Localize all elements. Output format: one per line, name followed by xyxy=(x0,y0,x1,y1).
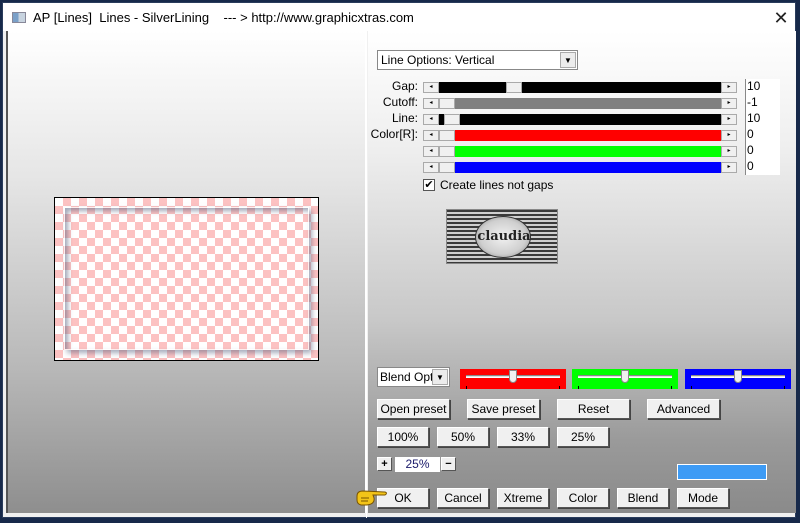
slider-scrollbar[interactable]: ◂ ▸ xyxy=(423,114,737,125)
slider-scrollbar[interactable]: ◂ ▸ xyxy=(423,82,737,93)
create-lines-checkbox[interactable]: ✔ xyxy=(423,179,435,191)
scroll-left-arrow-icon[interactable]: ◂ xyxy=(423,162,439,173)
slider-row: ◂ ▸ 0 xyxy=(368,143,796,159)
slider-tick xyxy=(691,386,692,389)
slider-row: ◂ ▸ 0 xyxy=(368,159,796,175)
slider-tick xyxy=(559,386,560,389)
slider-thumb[interactable] xyxy=(734,370,742,383)
chevron-down-icon[interactable]: ▼ xyxy=(432,369,448,385)
slider-thumb[interactable] xyxy=(506,82,522,93)
slider-thumb[interactable] xyxy=(439,130,455,141)
scroll-right-arrow-icon[interactable]: ▸ xyxy=(721,114,737,125)
slider-tick xyxy=(671,386,672,389)
slider-row: Line: ◂ ▸ 10 xyxy=(368,111,796,127)
slider-scrollbar[interactable]: ◂ ▸ xyxy=(423,146,737,157)
slider-value-field[interactable]: 0 xyxy=(745,143,780,159)
claudia-logo: claudia xyxy=(446,209,558,264)
scroll-right-arrow-icon[interactable]: ▸ xyxy=(721,130,737,141)
slider-track[interactable] xyxy=(439,130,721,141)
create-lines-label: Create lines not gaps xyxy=(440,178,554,192)
controls-panel: Line Options: Vertical ▼ Gap: ◂ ▸ 10 Cutoff:… xyxy=(368,31,796,513)
slider-value-field[interactable]: -1 xyxy=(745,95,780,111)
slider-row: Color[R]: ◂ ▸ 0 xyxy=(368,127,796,143)
scroll-right-arrow-icon[interactable]: ▸ xyxy=(721,146,737,157)
scroll-right-arrow-icon[interactable]: ▸ xyxy=(721,162,737,173)
slider-label: Gap: xyxy=(391,79,418,93)
slider-tick xyxy=(784,386,785,389)
slider-scrollbar[interactable]: ◂ ▸ xyxy=(423,162,737,173)
color-button[interactable]: Color xyxy=(557,488,609,508)
blend-button[interactable]: Blend xyxy=(617,488,669,508)
blend-options-select[interactable]: Blend Options ▼ xyxy=(377,367,450,387)
blend-red-slider[interactable] xyxy=(460,369,566,389)
preview-frame-effect xyxy=(64,207,309,350)
cancel-button[interactable]: Cancel xyxy=(437,488,489,508)
slider-scrollbar[interactable]: ◂ ▸ xyxy=(423,98,737,109)
window-title: AP [Lines] Lines - SilverLining --- > ht… xyxy=(33,10,414,25)
save-preset-button[interactable]: Save preset xyxy=(467,399,540,419)
slider-track[interactable] xyxy=(439,114,721,125)
color-swatch[interactable] xyxy=(677,464,767,480)
slider-row: Gap: ◂ ▸ 10 xyxy=(368,79,796,95)
slider-track[interactable] xyxy=(439,82,721,93)
slider-thumb[interactable] xyxy=(439,162,455,173)
zoom-50pct-button[interactable]: 50% xyxy=(437,427,489,447)
slider-value-field[interactable]: 0 xyxy=(745,127,780,143)
slider-tick xyxy=(466,386,467,389)
slider-track[interactable] xyxy=(439,146,721,157)
mode-button[interactable]: Mode xyxy=(677,488,729,508)
zoom-in-button[interactable]: + xyxy=(377,457,392,471)
app-icon xyxy=(12,12,26,23)
zoom-100pct-button[interactable]: 100% xyxy=(377,427,429,447)
slider-track[interactable] xyxy=(439,162,721,173)
slider-tick xyxy=(578,386,579,389)
slider-value-field[interactable]: 0 xyxy=(745,159,780,175)
line-options-dropdown[interactable]: Line Options: Vertical ▼ xyxy=(377,50,578,70)
logo-oval: claudia xyxy=(475,216,531,258)
slider-thumb[interactable] xyxy=(439,146,455,157)
slider-thumb[interactable] xyxy=(509,370,517,383)
slider-row: Cutoff: ◂ ▸ -1 xyxy=(368,95,796,111)
scroll-right-arrow-icon[interactable]: ▸ xyxy=(721,98,737,109)
scroll-right-arrow-icon[interactable]: ▸ xyxy=(721,82,737,93)
reset-button[interactable]: Reset xyxy=(557,399,630,419)
slider-label: Color[R]: xyxy=(370,127,418,141)
zoom-out-button[interactable]: − xyxy=(441,457,456,471)
close-button[interactable]: ✕ xyxy=(769,7,793,29)
line-options-value: Line Options: Vertical xyxy=(381,53,495,67)
slider-thumb[interactable] xyxy=(444,114,460,125)
preview-image xyxy=(54,197,319,361)
scroll-left-arrow-icon[interactable]: ◂ xyxy=(423,114,439,125)
zoom-33pct-button[interactable]: 33% xyxy=(497,427,549,447)
open-preset-button[interactable]: Open preset xyxy=(377,399,450,419)
preview-panel xyxy=(6,31,366,513)
scroll-left-arrow-icon[interactable]: ◂ xyxy=(423,98,439,109)
blend-green-slider[interactable] xyxy=(572,369,678,389)
blend-options-value: Blend Options xyxy=(380,370,432,384)
slider-label: Line: xyxy=(391,111,418,125)
pointing-hand-icon xyxy=(356,490,387,506)
slider-thumb[interactable] xyxy=(439,98,455,109)
logo-text: claudia xyxy=(477,229,531,244)
scroll-left-arrow-icon[interactable]: ◂ xyxy=(423,146,439,157)
slider-label: Cutoff: xyxy=(382,95,418,109)
slider-track[interactable] xyxy=(439,98,721,109)
xtreme-button[interactable]: Xtreme xyxy=(497,488,549,508)
title-bar: AP [Lines] Lines - SilverLining --- > ht… xyxy=(3,3,795,31)
scroll-left-arrow-icon[interactable]: ◂ xyxy=(423,130,439,141)
slider-value-field[interactable]: 10 xyxy=(745,79,780,95)
chevron-down-icon[interactable]: ▼ xyxy=(560,52,576,68)
slider-thumb[interactable] xyxy=(621,370,629,383)
advanced-button[interactable]: Advanced xyxy=(647,399,720,419)
zoom-level-value: 25% xyxy=(395,457,440,472)
slider-scrollbar[interactable]: ◂ ▸ xyxy=(423,130,737,141)
zoom-25pct-button[interactable]: 25% xyxy=(557,427,609,447)
blend-blue-slider[interactable] xyxy=(685,369,791,389)
scroll-left-arrow-icon[interactable]: ◂ xyxy=(423,82,439,93)
slider-value-field[interactable]: 10 xyxy=(745,111,780,127)
